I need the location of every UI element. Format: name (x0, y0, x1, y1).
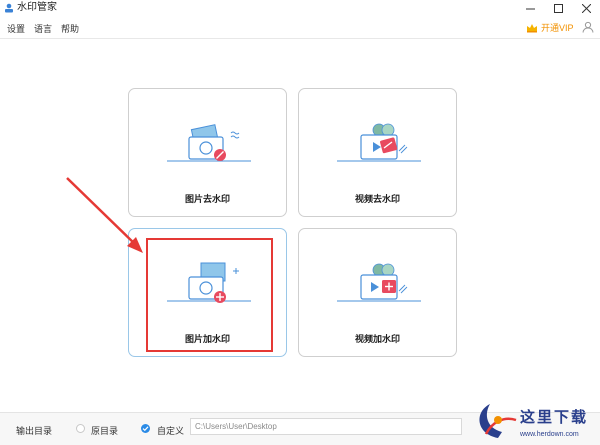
radio-custom-label[interactable]: 自定义 (157, 424, 184, 437)
site-watermark-text: 这里下载 (520, 408, 589, 426)
radio-custom-dir[interactable] (141, 424, 150, 433)
radio-source-label[interactable]: 原目录 (91, 424, 118, 437)
output-path-input[interactable] (190, 418, 462, 435)
check-icon (142, 426, 149, 432)
radio-source-dir[interactable] (76, 424, 85, 433)
output-dir-label: 输出目录 (16, 426, 53, 436)
site-watermark-url: www.herdown.com (520, 431, 579, 438)
annotation-arrow-icon (66, 177, 143, 253)
